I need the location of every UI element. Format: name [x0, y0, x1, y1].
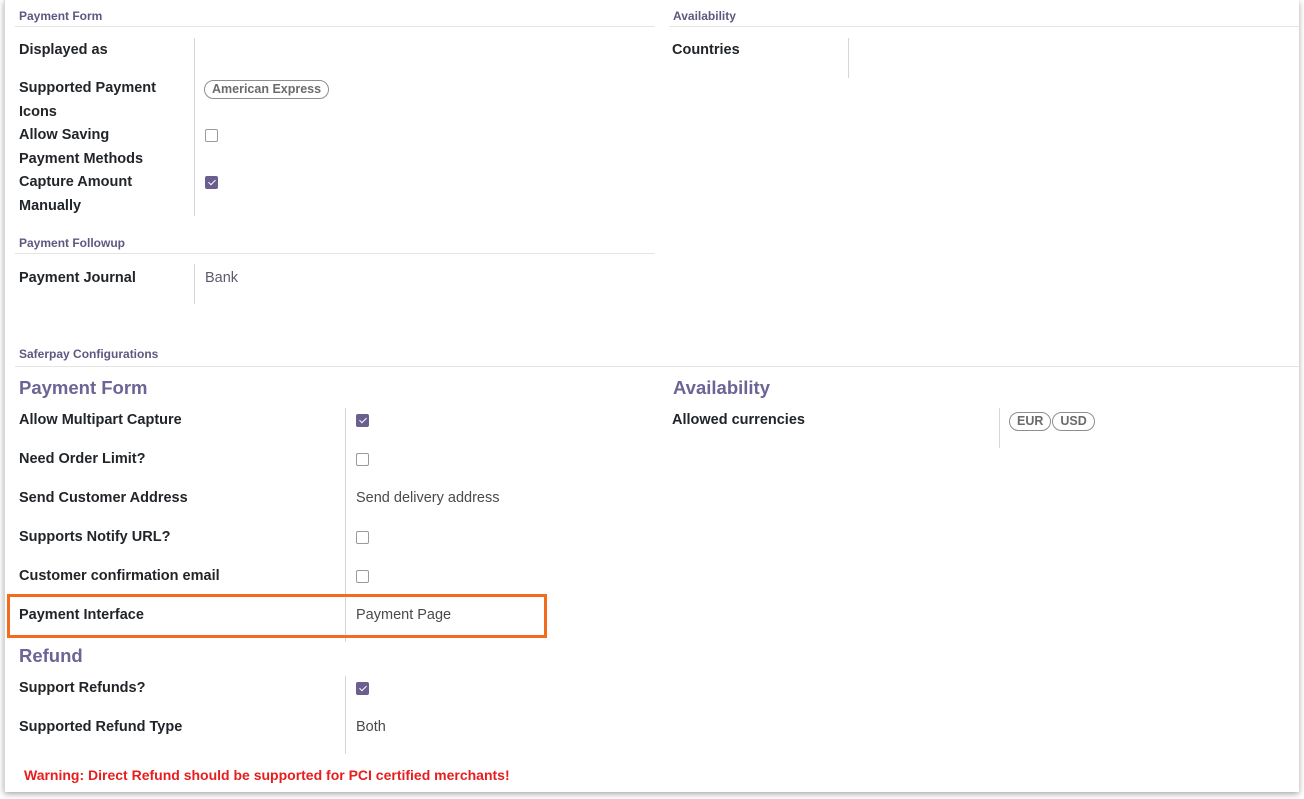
field-separator — [999, 408, 1000, 448]
section-title-payment-followup: Payment Followup — [19, 236, 126, 250]
tag-eur[interactable]: EUR — [1009, 412, 1052, 431]
allow-multipart-capture-label: Allow Multipart Capture — [19, 412, 182, 428]
section-title-availability: Availability — [673, 9, 736, 23]
section-title-saferpay: Saferpay Configurations — [19, 347, 159, 361]
capture-amount-manually-checkbox[interactable] — [205, 176, 218, 189]
customer-confirmation-email-label: Customer confirmation email — [19, 568, 220, 584]
section-divider — [15, 366, 1299, 367]
displayed-as-label: Displayed as — [19, 42, 108, 58]
supports-notify-url-checkbox[interactable] — [356, 531, 369, 544]
form-sheet: Payment Form Availability Displayed as S… — [4, 0, 1299, 792]
send-customer-address-value[interactable]: Send delivery address — [356, 486, 499, 510]
pci-warning-text: Warning: Direct Refund should be support… — [24, 767, 510, 783]
countries-label: Countries — [672, 42, 740, 58]
section-divider — [15, 26, 655, 27]
payment-journal-label: Payment Journal — [19, 270, 136, 286]
need-order-limit-checkbox[interactable] — [356, 453, 369, 466]
saferpay-payment-form-heading: Payment Form — [19, 377, 148, 398]
section-title-payment-form: Payment Form — [19, 9, 103, 23]
support-refunds-label: Support Refunds? — [19, 680, 146, 696]
capture-amount-manually-label: Capture Amount Manually — [19, 174, 133, 214]
highlight-box — [7, 594, 547, 638]
allow-saving-label: Allow Saving Payment Methods — [19, 127, 144, 167]
field-separator — [848, 38, 849, 78]
send-customer-address-label: Send Customer Address — [19, 490, 188, 506]
section-divider — [669, 26, 1299, 27]
supported-refund-type-value[interactable]: Both — [356, 715, 386, 739]
customer-confirmation-email-checkbox[interactable] — [356, 570, 369, 583]
supported-payment-icons-field[interactable]: American Express — [204, 80, 330, 99]
supported-payment-icons-label: Supported Payment Icons — [19, 80, 156, 120]
section-divider — [15, 253, 655, 254]
allow-multipart-capture-checkbox[interactable] — [356, 414, 369, 427]
tag-usd[interactable]: USD — [1052, 412, 1095, 431]
supports-notify-url-label: Supports Notify URL? — [19, 529, 171, 545]
allow-saving-checkbox[interactable] — [205, 129, 218, 142]
refund-heading: Refund — [19, 645, 83, 666]
need-order-limit-label: Need Order Limit? — [19, 451, 146, 467]
allowed-currencies-label: Allowed currencies — [672, 412, 805, 428]
tag-american-express[interactable]: American Express — [204, 80, 330, 99]
saferpay-availability-heading: Availability — [673, 377, 770, 398]
payment-journal-value[interactable]: Bank — [205, 266, 238, 290]
field-separator — [194, 38, 195, 216]
field-separator — [345, 676, 346, 754]
supported-refund-type-label: Supported Refund Type — [19, 719, 183, 735]
support-refunds-checkbox[interactable] — [356, 682, 369, 695]
allowed-currencies-field[interactable]: EUR USD — [1009, 412, 1096, 431]
field-separator — [194, 264, 195, 304]
